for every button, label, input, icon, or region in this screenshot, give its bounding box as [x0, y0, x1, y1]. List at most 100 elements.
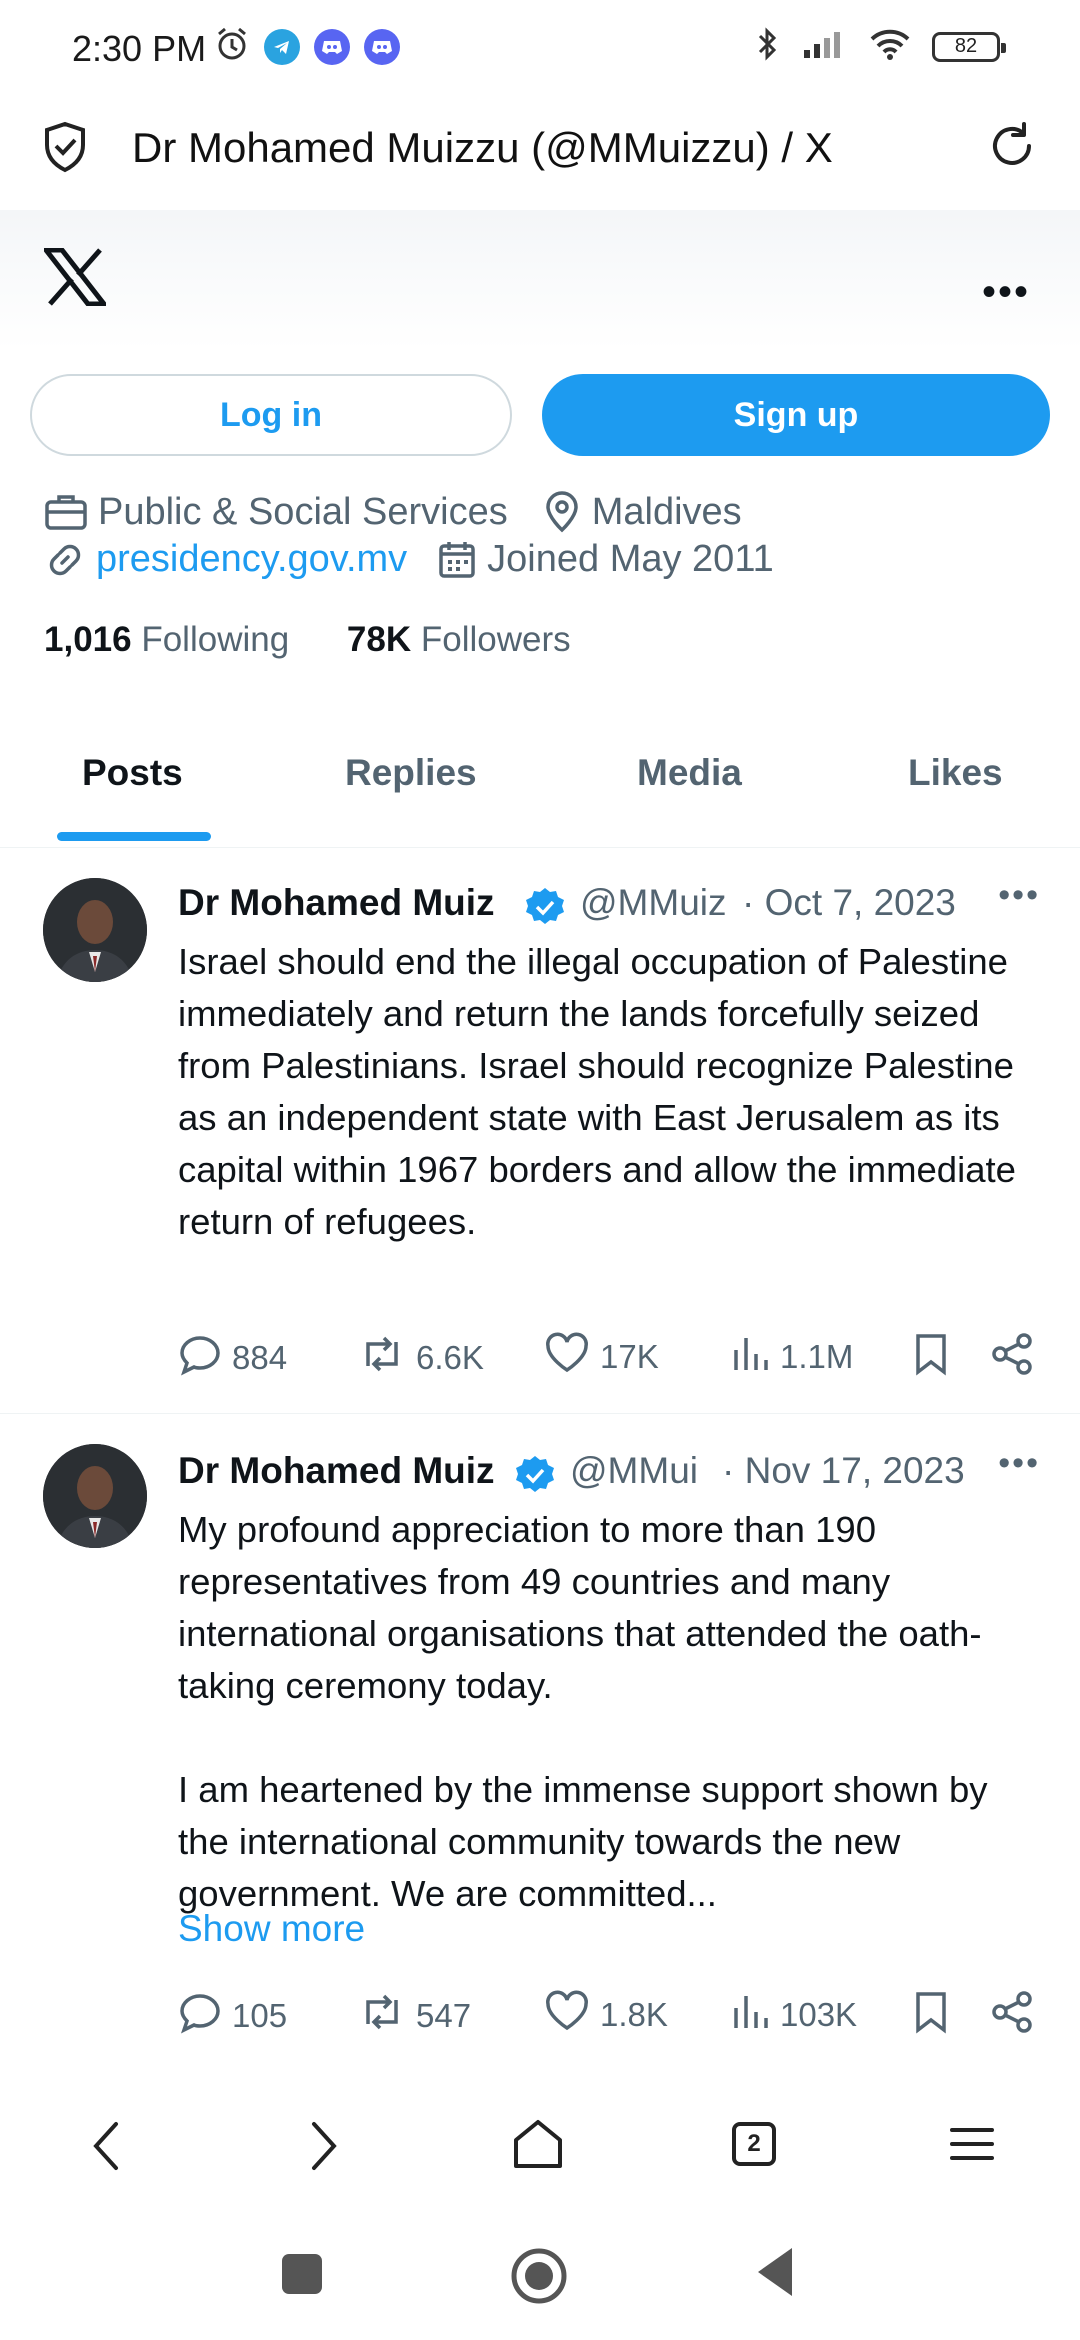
views-chart-icon [730, 1332, 770, 1382]
post-text: Israel should end the illegal occupation… [178, 941, 1016, 1242]
post-author-name[interactable]: Dr Mohamed Muiz [178, 882, 516, 924]
wifi-icon [868, 27, 912, 66]
share-icon [992, 1991, 1032, 2033]
post-author-name[interactable]: Dr Mohamed Muiz [178, 1450, 508, 1492]
more-options-icon[interactable]: ••• [982, 270, 1030, 315]
bookmark-button[interactable] [912, 1990, 950, 2034]
system-back-icon[interactable] [754, 2246, 794, 2303]
views-count: 1.1M [780, 1338, 854, 1375]
security-shield-icon[interactable] [40, 120, 90, 179]
profile-info-row: Public & Social Services Maldives [44, 490, 742, 534]
verified-badge-icon [524, 886, 566, 937]
x-logo-icon[interactable] [40, 247, 110, 311]
reply-button[interactable]: 105 [178, 1990, 287, 2042]
profile-website-link[interactable]: presidency.gov.mv [96, 538, 407, 581]
following-count: 1,016 [44, 620, 132, 659]
share-icon [992, 1333, 1032, 1375]
profile-info-row: presidency.gov.mv Joined May 2011 [44, 538, 774, 581]
tabs-switcher-button[interactable]: 2 [732, 2122, 776, 2166]
post-text: My profound appreciation to more than 19… [178, 1509, 988, 1914]
home-icon[interactable] [510, 2116, 566, 2177]
alarm-icon [214, 26, 250, 67]
tab-replies[interactable]: Replies [345, 752, 477, 794]
discord-icon [364, 28, 400, 65]
link-icon [44, 539, 86, 581]
briefcase-icon [44, 492, 88, 532]
bookmark-button[interactable] [912, 1332, 950, 1376]
browser-address-bar[interactable]: Dr Mohamed Muizzu (@MMuizzu) / X [0, 96, 1080, 210]
show-more-link[interactable]: Show more [178, 1908, 365, 1950]
views-count: 103K [780, 1996, 858, 2033]
repost-count: 6.6K [416, 1339, 484, 1376]
reply-button[interactable]: 884 [178, 1332, 287, 1384]
signal-icon [802, 28, 848, 65]
location-pin-icon [542, 490, 582, 534]
followers-label: Followers [420, 620, 571, 659]
bluetooth-icon [752, 26, 782, 67]
page-title[interactable]: Dr Mohamed Muizzu (@MMuizzu) / X [132, 124, 833, 172]
profile-category: Public & Social Services [98, 490, 508, 533]
following-label: Following [141, 620, 290, 659]
post[interactable]: Dr Mohamed Muiz @MMuiz · Oct 7, 2023 •••… [0, 850, 1080, 1414]
repost-count: 547 [416, 1997, 472, 2034]
browser-bottom-toolbar: 2 [0, 2090, 1080, 2200]
log-in-button[interactable]: Log in [30, 374, 512, 456]
reply-icon [178, 1332, 222, 1384]
profile-joined-date: Joined May 2011 [487, 538, 774, 580]
reload-icon[interactable] [984, 118, 1040, 179]
calendar-icon [437, 540, 477, 580]
discord-icon [314, 28, 350, 65]
followers-link[interactable]: 78K Followers [347, 620, 571, 659]
views-chart-icon [730, 1990, 770, 2040]
sign-up-button[interactable]: Sign up [542, 374, 1050, 456]
menu-icon[interactable] [946, 2116, 998, 2177]
views-button[interactable]: 103K [730, 1990, 857, 2040]
reply-icon [178, 1990, 222, 2042]
post-actions: 105 547 1.8K 103K [178, 1990, 1038, 2040]
post-more-options-icon[interactable]: ••• [998, 1444, 1040, 1483]
status-bar: 2:30 PM 82 [0, 0, 1080, 96]
profile-location: Maldives [591, 490, 742, 533]
reply-count: 105 [232, 1997, 288, 2034]
views-button[interactable]: 1.1M [730, 1332, 853, 1382]
follow-counts: 1,016 Following 78K Followers [44, 620, 571, 660]
share-button[interactable] [990, 1990, 1034, 2034]
like-button[interactable]: 1.8K [544, 1990, 668, 2040]
back-arrow-icon[interactable] [88, 2116, 124, 2181]
battery-indicator: 82 [932, 31, 1006, 62]
system-navigation-bar [0, 2220, 1080, 2340]
tab-media[interactable]: Media [637, 752, 742, 794]
post-date[interactable]: · Oct 7, 2023 [742, 882, 956, 924]
avatar[interactable] [43, 1444, 147, 1548]
following-link[interactable]: 1,016 Following [44, 620, 289, 659]
post[interactable]: Dr Mohamed Muiz @MMui · Nov 17, 2023 •••… [0, 1414, 1080, 2074]
verified-badge-icon [514, 1454, 556, 1505]
bookmark-icon [916, 1334, 946, 1376]
repost-icon [358, 1332, 406, 1384]
followers-count: 78K [346, 620, 412, 659]
bookmark-icon [916, 1992, 946, 2034]
home-circle-icon[interactable] [509, 2246, 569, 2311]
post-author-handle[interactable]: @MMuiz [580, 882, 736, 924]
repost-button[interactable]: 547 [358, 1990, 471, 2042]
post-more-options-icon[interactable]: ••• [998, 876, 1040, 915]
telegram-icon [264, 28, 300, 65]
recent-apps-icon[interactable] [280, 2252, 324, 2301]
like-count: 1.8K [600, 1996, 668, 2033]
profile-tabs: Posts Replies Media Likes [0, 722, 1080, 848]
tab-posts[interactable]: Posts [82, 752, 183, 794]
post-date[interactable]: · Nov 17, 2023 [722, 1450, 965, 1492]
tab-likes[interactable]: Likes [908, 752, 1003, 794]
share-button[interactable] [990, 1332, 1034, 1376]
repost-button[interactable]: 6.6K [358, 1332, 484, 1384]
like-count: 17K [600, 1338, 659, 1375]
like-button[interactable]: 17K [544, 1332, 659, 1382]
post-author-handle[interactable]: @MMui [570, 1450, 716, 1492]
avatar[interactable] [43, 878, 147, 982]
forward-arrow-icon[interactable] [306, 2116, 342, 2181]
post-actions: 884 6.6K 17K 1.1M [178, 1332, 1038, 1382]
status-time: 2:30 PM [72, 28, 207, 69]
tab-count: 2 [732, 2122, 776, 2166]
active-tab-indicator [57, 832, 211, 841]
heart-icon [544, 1990, 590, 2040]
